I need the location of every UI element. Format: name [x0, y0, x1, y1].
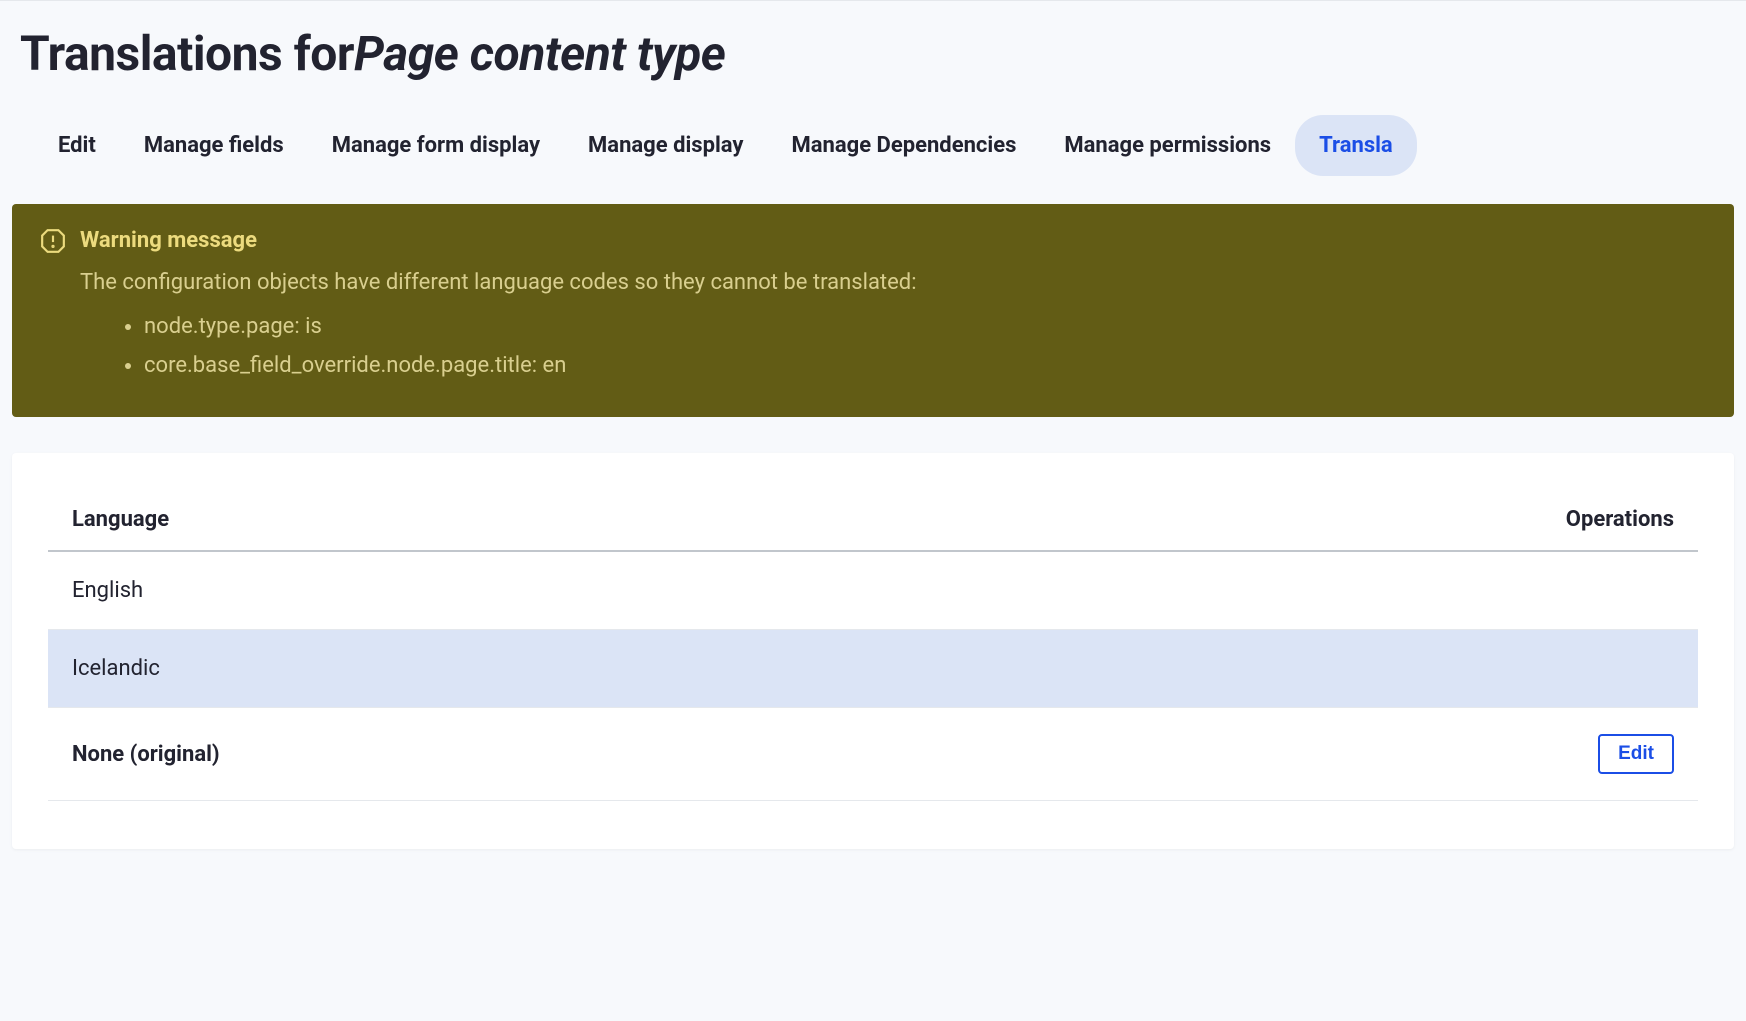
edit-button[interactable]: Edit — [1598, 734, 1674, 774]
table-row: Icelandic — [48, 630, 1698, 708]
warning-header: Warning message — [40, 228, 1706, 254]
warning-list-item: core.base_field_override.node.page.title… — [144, 347, 1706, 386]
table-cell-language: None (original) — [48, 708, 965, 801]
translations-table: Language Operations English Icelandic No… — [48, 493, 1698, 801]
warning-title: Warning message — [80, 228, 257, 253]
table-cell-language: English — [48, 551, 965, 630]
page-title-italic: Page content type — [354, 25, 725, 82]
table-cell-operations — [965, 551, 1698, 630]
table-row: None (original) Edit — [48, 708, 1698, 801]
warning-list-item: node.type.page: is — [144, 308, 1706, 347]
tab-manage-fields[interactable]: Manage fields — [120, 115, 308, 176]
content-card: Language Operations English Icelandic No… — [12, 453, 1734, 849]
table-cell-language: Icelandic — [48, 630, 965, 708]
table-row: English — [48, 551, 1698, 630]
table-cell-operations — [965, 630, 1698, 708]
tabs-container: Edit Manage fields Manage form display M… — [20, 115, 1726, 176]
page-title-prefix: Translations for — [20, 25, 354, 82]
table-cell-operations: Edit — [965, 708, 1698, 801]
page-title: Translations forPage content type — [20, 25, 1726, 83]
table-header-operations: Operations — [965, 493, 1698, 551]
table-header-language: Language — [48, 493, 965, 551]
warning-body: The configuration objects have different… — [40, 264, 1706, 386]
warning-list: node.type.page: is core.base_field_overr… — [80, 308, 1706, 385]
table-header-row: Language Operations — [48, 493, 1698, 551]
warning-body-text: The configuration objects have different… — [80, 270, 917, 295]
tab-translate[interactable]: Transla — [1295, 115, 1417, 176]
tab-edit[interactable]: Edit — [34, 115, 120, 176]
tab-manage-permissions[interactable]: Manage permissions — [1040, 115, 1295, 176]
tab-manage-dependencies[interactable]: Manage Dependencies — [767, 115, 1040, 176]
warning-icon — [40, 228, 66, 254]
warning-message: Warning message The configuration object… — [12, 204, 1734, 418]
tab-manage-form-display[interactable]: Manage form display — [308, 115, 564, 176]
tab-manage-display[interactable]: Manage display — [564, 115, 767, 176]
